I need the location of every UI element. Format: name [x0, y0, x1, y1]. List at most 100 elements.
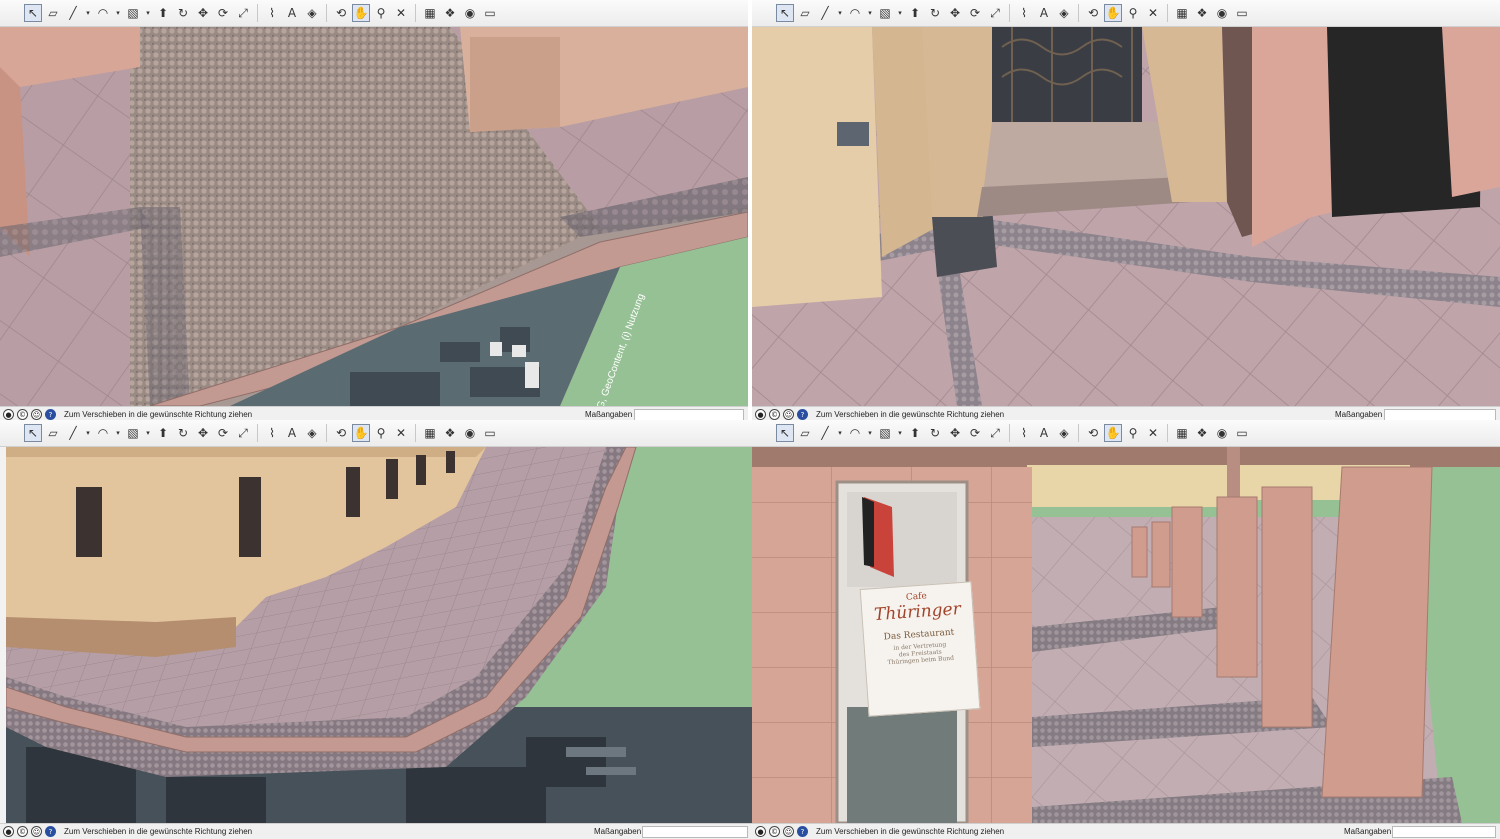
eraser-icon[interactable]: ▱ [796, 424, 814, 442]
chevron-down-icon[interactable]: ▾ [866, 424, 874, 442]
follow-me-icon[interactable]: ↻ [926, 4, 944, 22]
chevron-down-icon[interactable]: ▾ [836, 4, 844, 22]
zoom-extents-icon[interactable]: ✕ [392, 424, 410, 442]
chevron-down-icon[interactable]: ▾ [896, 4, 904, 22]
tape-measure-icon[interactable]: ⌇ [1015, 424, 1033, 442]
zoom-icon[interactable]: ⚲ [372, 4, 390, 22]
measurements-input[interactable] [1384, 408, 1496, 421]
layout-icon[interactable]: ▭ [1233, 424, 1251, 442]
rotate-icon[interactable]: ⟳ [966, 424, 984, 442]
follow-me-icon[interactable]: ↻ [174, 424, 192, 442]
credits-icon[interactable]: © [17, 826, 28, 837]
user-icon[interactable]: ☺ [31, 826, 42, 837]
components-icon[interactable]: ❖ [441, 424, 459, 442]
zoom-extents-icon[interactable]: ✕ [1144, 424, 1162, 442]
select-icon[interactable]: ↖ [24, 4, 42, 22]
orbit-icon[interactable]: ⟲ [332, 424, 350, 442]
layout-icon[interactable]: ▭ [481, 424, 499, 442]
scale-icon[interactable]: ⤢ [234, 4, 252, 22]
pan-icon[interactable]: ✋ [352, 4, 370, 22]
user-icon[interactable]: ☺ [783, 409, 794, 420]
scale-icon[interactable]: ⤢ [986, 424, 1004, 442]
user-icon[interactable]: ☺ [31, 409, 42, 420]
zoom-icon[interactable]: ⚲ [1124, 424, 1142, 442]
components-icon[interactable]: ❖ [1193, 424, 1211, 442]
extension-icon[interactable]: ◉ [461, 424, 479, 442]
rotate-icon[interactable]: ⟳ [214, 4, 232, 22]
chevron-down-icon[interactable]: ▾ [114, 424, 122, 442]
instructor-info-icon[interactable]: ? [45, 826, 56, 837]
line-icon[interactable]: ╱ [64, 4, 82, 22]
move-icon[interactable]: ✥ [946, 424, 964, 442]
push-pull-icon[interactable]: ⬆ [154, 4, 172, 22]
select-icon[interactable]: ↖ [776, 424, 794, 442]
shape-icon[interactable]: ▧ [124, 424, 142, 442]
eraser-icon[interactable]: ▱ [44, 424, 62, 442]
measurements-input[interactable] [634, 408, 744, 421]
line-icon[interactable]: ╱ [816, 4, 834, 22]
components-icon[interactable]: ❖ [1193, 4, 1211, 22]
select-icon[interactable]: ↖ [776, 4, 794, 22]
paint-bucket-icon[interactable]: ◈ [303, 424, 321, 442]
eraser-icon[interactable]: ▱ [44, 4, 62, 22]
follow-me-icon[interactable]: ↻ [926, 424, 944, 442]
text-icon[interactable]: A [1035, 424, 1053, 442]
scale-icon[interactable]: ⤢ [234, 424, 252, 442]
orbit-icon[interactable]: ⟲ [332, 4, 350, 22]
geolocation-icon[interactable]: ● [755, 409, 766, 420]
paint-bucket-icon[interactable]: ◈ [1055, 4, 1073, 22]
pan-icon[interactable]: ✋ [352, 424, 370, 442]
tape-measure-icon[interactable]: ⌇ [263, 4, 281, 22]
geolocation-icon[interactable]: ● [3, 826, 14, 837]
extension-icon[interactable]: ◉ [461, 4, 479, 22]
user-icon[interactable]: ☺ [783, 826, 794, 837]
geolocation-icon[interactable]: ● [3, 409, 14, 420]
scale-icon[interactable]: ⤢ [986, 4, 1004, 22]
arc-icon[interactable]: ◠ [846, 4, 864, 22]
push-pull-icon[interactable]: ⬆ [906, 4, 924, 22]
3d-viewport[interactable]: Cafe Thüringer Das Restaurant in der Ver… [752, 447, 1500, 823]
extension-icon[interactable]: ◉ [1213, 424, 1231, 442]
chevron-down-icon[interactable]: ▾ [866, 4, 874, 22]
zoom-icon[interactable]: ⚲ [372, 424, 390, 442]
3d-viewport[interactable] [6, 447, 752, 823]
move-icon[interactable]: ✥ [194, 4, 212, 22]
rotate-icon[interactable]: ⟳ [966, 4, 984, 22]
3d-warehouse-icon[interactable]: ▦ [1173, 4, 1191, 22]
credits-icon[interactable]: © [769, 826, 780, 837]
arc-icon[interactable]: ◠ [94, 4, 112, 22]
chevron-down-icon[interactable]: ▾ [114, 4, 122, 22]
measurements-input[interactable] [1392, 825, 1496, 838]
line-icon[interactable]: ╱ [816, 424, 834, 442]
eraser-icon[interactable]: ▱ [796, 4, 814, 22]
tape-measure-icon[interactable]: ⌇ [263, 424, 281, 442]
push-pull-icon[interactable]: ⬆ [906, 424, 924, 442]
pan-icon[interactable]: ✋ [1104, 424, 1122, 442]
credits-icon[interactable]: © [17, 409, 28, 420]
move-icon[interactable]: ✥ [946, 4, 964, 22]
chevron-down-icon[interactable]: ▾ [84, 424, 92, 442]
arc-icon[interactable]: ◠ [846, 424, 864, 442]
zoom-icon[interactable]: ⚲ [1124, 4, 1142, 22]
tape-measure-icon[interactable]: ⌇ [1015, 4, 1033, 22]
orbit-icon[interactable]: ⟲ [1084, 424, 1102, 442]
chevron-down-icon[interactable]: ▾ [144, 424, 152, 442]
text-icon[interactable]: A [283, 4, 301, 22]
shape-icon[interactable]: ▧ [124, 4, 142, 22]
zoom-extents-icon[interactable]: ✕ [392, 4, 410, 22]
instructor-info-icon[interactable]: ? [797, 826, 808, 837]
instructor-info-icon[interactable]: ? [45, 409, 56, 420]
instructor-info-icon[interactable]: ? [797, 409, 808, 420]
chevron-down-icon[interactable]: ▾ [144, 4, 152, 22]
arc-icon[interactable]: ◠ [94, 424, 112, 442]
layout-icon[interactable]: ▭ [1233, 4, 1251, 22]
orbit-icon[interactable]: ⟲ [1084, 4, 1102, 22]
chevron-down-icon[interactable]: ▾ [84, 4, 92, 22]
geolocation-icon[interactable]: ● [755, 826, 766, 837]
text-icon[interactable]: A [1035, 4, 1053, 22]
select-icon[interactable]: ↖ [24, 424, 42, 442]
line-icon[interactable]: ╱ [64, 424, 82, 442]
3d-viewport[interactable]: BKG, GeoContent, (i) Nutzung [0, 27, 748, 406]
push-pull-icon[interactable]: ⬆ [154, 424, 172, 442]
text-icon[interactable]: A [283, 424, 301, 442]
